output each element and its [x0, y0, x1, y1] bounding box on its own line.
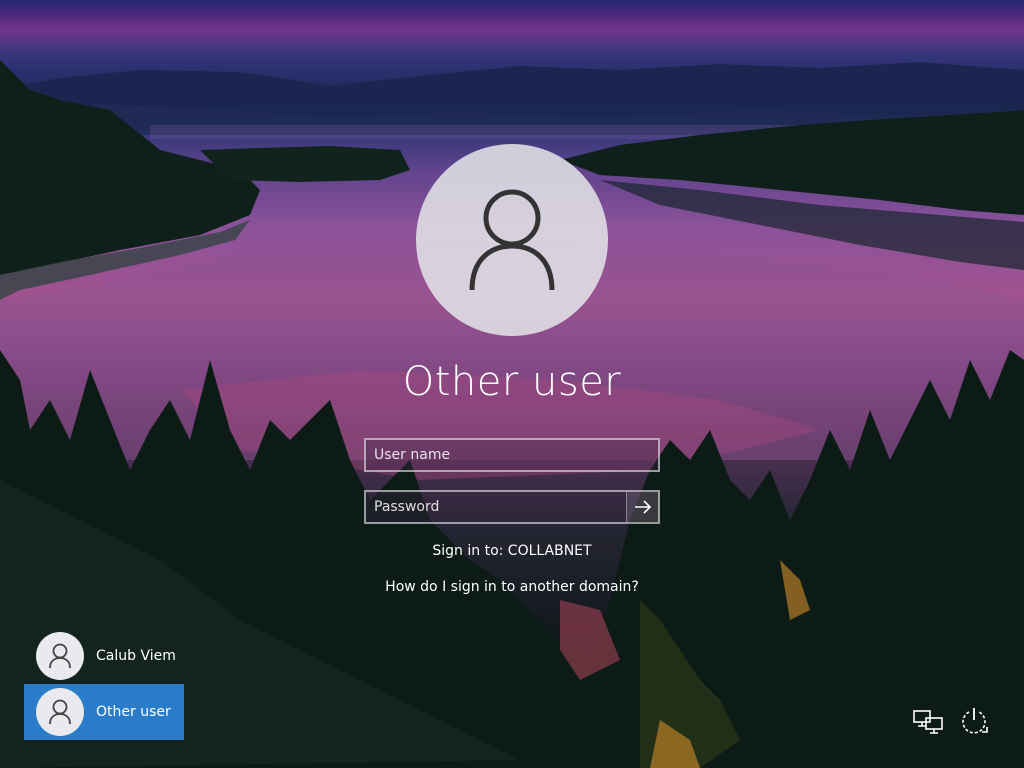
person-icon — [49, 699, 71, 725]
user-avatar — [416, 144, 608, 336]
other-domain-link[interactable]: How do I sign in to another domain? — [312, 579, 712, 595]
sign-in-domain-label: Sign in to: COLLABNET — [432, 543, 592, 559]
user-list-item-other-user[interactable]: Other user — [24, 684, 184, 740]
user-title: Other user — [402, 359, 622, 405]
network-button[interactable] — [910, 704, 946, 740]
user-list-item-label: Calub Viem — [96, 648, 176, 664]
submit-button[interactable] — [626, 492, 659, 522]
arrow-right-icon — [635, 500, 652, 514]
person-icon — [49, 643, 71, 669]
network-icon — [913, 710, 943, 734]
username-input[interactable] — [364, 438, 660, 472]
avatar — [36, 632, 84, 680]
lock-screen: Other user Sign in to: COLLABNET How do … — [0, 0, 1024, 768]
user-list: Calub Viem Other user — [24, 628, 184, 740]
person-icon — [469, 189, 555, 291]
password-input[interactable] — [364, 490, 660, 524]
power-icon — [962, 708, 988, 734]
user-list-item-calub-viem[interactable]: Calub Viem — [24, 628, 184, 684]
user-list-item-label: Other user — [96, 704, 171, 720]
avatar — [36, 688, 84, 736]
power-button[interactable] — [956, 704, 992, 740]
